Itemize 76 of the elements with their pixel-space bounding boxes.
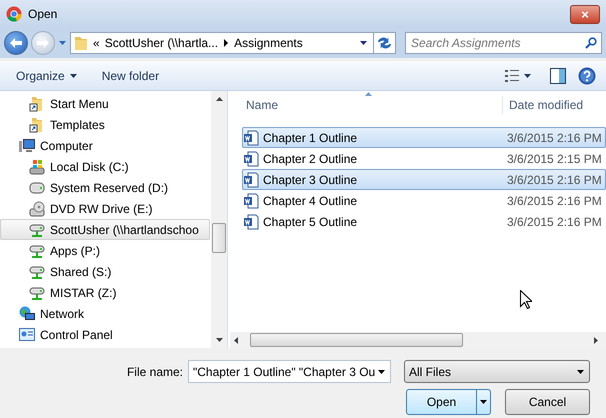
cancel-button[interactable]: Cancel xyxy=(505,389,590,415)
nav-tree-item[interactable]: DVD RW Drive (E:) xyxy=(0,198,210,219)
overflow-chevron[interactable]: « xyxy=(93,34,100,52)
horizontal-scrollbar[interactable] xyxy=(230,332,606,348)
scroll-down-icon xyxy=(216,338,222,342)
dropdown-caret-icon[interactable] xyxy=(359,39,368,47)
column-header[interactable]: Name xyxy=(230,96,278,114)
organize-menu-button[interactable]: Organize xyxy=(10,64,84,86)
network-drive-icon xyxy=(29,242,45,258)
scrollbar-thumb[interactable] xyxy=(212,223,226,253)
shortcut-folder-icon xyxy=(29,116,45,132)
search-icon xyxy=(585,37,597,49)
scroll-up-icon xyxy=(216,97,222,101)
nav-tree-item[interactable]: Start Menu xyxy=(0,93,210,114)
drive-icon xyxy=(29,180,45,196)
file-name-label: File name: xyxy=(126,364,183,380)
nav-tree-item[interactable]: System Reserved (D:) xyxy=(0,177,210,198)
folder-icon xyxy=(74,35,88,51)
document-icon xyxy=(243,214,259,230)
address-bar[interactable]: « ScottUsher (\\hartla... Assignments xyxy=(70,32,396,54)
vertical-scrollbar[interactable] xyxy=(211,91,227,348)
preview-pane-icon[interactable] xyxy=(550,68,566,84)
document-icon xyxy=(243,130,259,146)
open-button[interactable]: Open xyxy=(406,389,491,415)
history-dropdown-icon[interactable] xyxy=(58,39,67,47)
scroll-left-icon xyxy=(234,336,238,344)
mouse-pointer-icon xyxy=(520,290,532,309)
file-row[interactable]: Chapter 5 Outline 3/6/2015 2:16 PM xyxy=(242,211,606,232)
breadcrumb-item[interactable]: Assignments xyxy=(234,34,303,52)
nav-tree-item[interactable]: Local Disk (C:) xyxy=(0,156,210,177)
document-icon xyxy=(243,150,259,166)
help-icon[interactable] xyxy=(578,66,596,84)
computer-icon xyxy=(19,138,35,154)
dropdown-caret-icon xyxy=(576,368,585,376)
scroll-right-icon xyxy=(594,336,598,344)
nav-tree-item[interactable]: MISTAR (Z:) xyxy=(0,282,210,303)
breadcrumb-arrow-icon xyxy=(223,39,230,47)
file-row[interactable]: Chapter 1 Outline 3/6/2015 2:16 PM xyxy=(242,127,606,148)
nav-tree-item[interactable]: Templates xyxy=(0,114,210,135)
dropdown-caret-icon xyxy=(377,368,386,376)
nav-tree-item[interactable]: ScottUsher (\\hartlandschoo xyxy=(0,219,210,240)
dvd-drive-icon xyxy=(29,200,45,216)
file-type-dropdown[interactable]: All Files xyxy=(404,360,590,383)
window-title: Open xyxy=(28,6,58,23)
new-folder-button[interactable]: New folder xyxy=(96,64,166,86)
file-row[interactable]: Chapter 3 Outline 3/6/2015 2:16 PM xyxy=(242,169,606,190)
nav-tree-item[interactable]: Network xyxy=(0,303,210,324)
back-arrow-icon xyxy=(10,38,22,48)
details-view-icon xyxy=(505,70,519,82)
nav-tree-item[interactable]: Computer xyxy=(0,135,210,156)
scrollbar-thumb[interactable] xyxy=(250,333,463,347)
forward-arrow-icon xyxy=(37,38,49,48)
sort-arrow-icon xyxy=(365,92,372,96)
back-button[interactable] xyxy=(4,31,28,55)
network-drive-icon xyxy=(29,284,45,300)
drive-icon xyxy=(29,158,45,174)
file-row[interactable]: Chapter 2 Outline 3/6/2015 2:15 PM xyxy=(242,148,606,169)
document-icon xyxy=(243,172,259,188)
file-name-field[interactable]: "Chapter 1 Outline" "Chapter 3 Ou xyxy=(188,360,391,383)
network-drive-icon xyxy=(29,222,45,238)
browser-logo-icon xyxy=(6,6,22,22)
shortcut-folder-icon xyxy=(29,96,45,112)
nav-tree-item[interactable]: Control Panel xyxy=(0,324,210,345)
control-panel-icon xyxy=(19,326,35,342)
network-drive-icon xyxy=(29,264,45,280)
nav-tree-item[interactable]: Shared (S:) xyxy=(0,261,210,282)
document-icon xyxy=(243,192,259,208)
caret-icon xyxy=(479,398,488,406)
breadcrumb-item[interactable]: ScottUsher (\\hartla... xyxy=(104,34,218,52)
file-row[interactable]: Chapter 4 Outline 3/6/2015 2:16 PM xyxy=(242,190,606,211)
search-field[interactable]: Search Assignments xyxy=(405,32,602,54)
nav-tree-item[interactable]: Apps (P:) xyxy=(0,240,210,261)
caret-icon xyxy=(523,72,532,80)
column-header[interactable]: Date modified xyxy=(502,96,606,114)
globe-icon xyxy=(19,306,35,322)
caret-icon xyxy=(68,72,78,80)
